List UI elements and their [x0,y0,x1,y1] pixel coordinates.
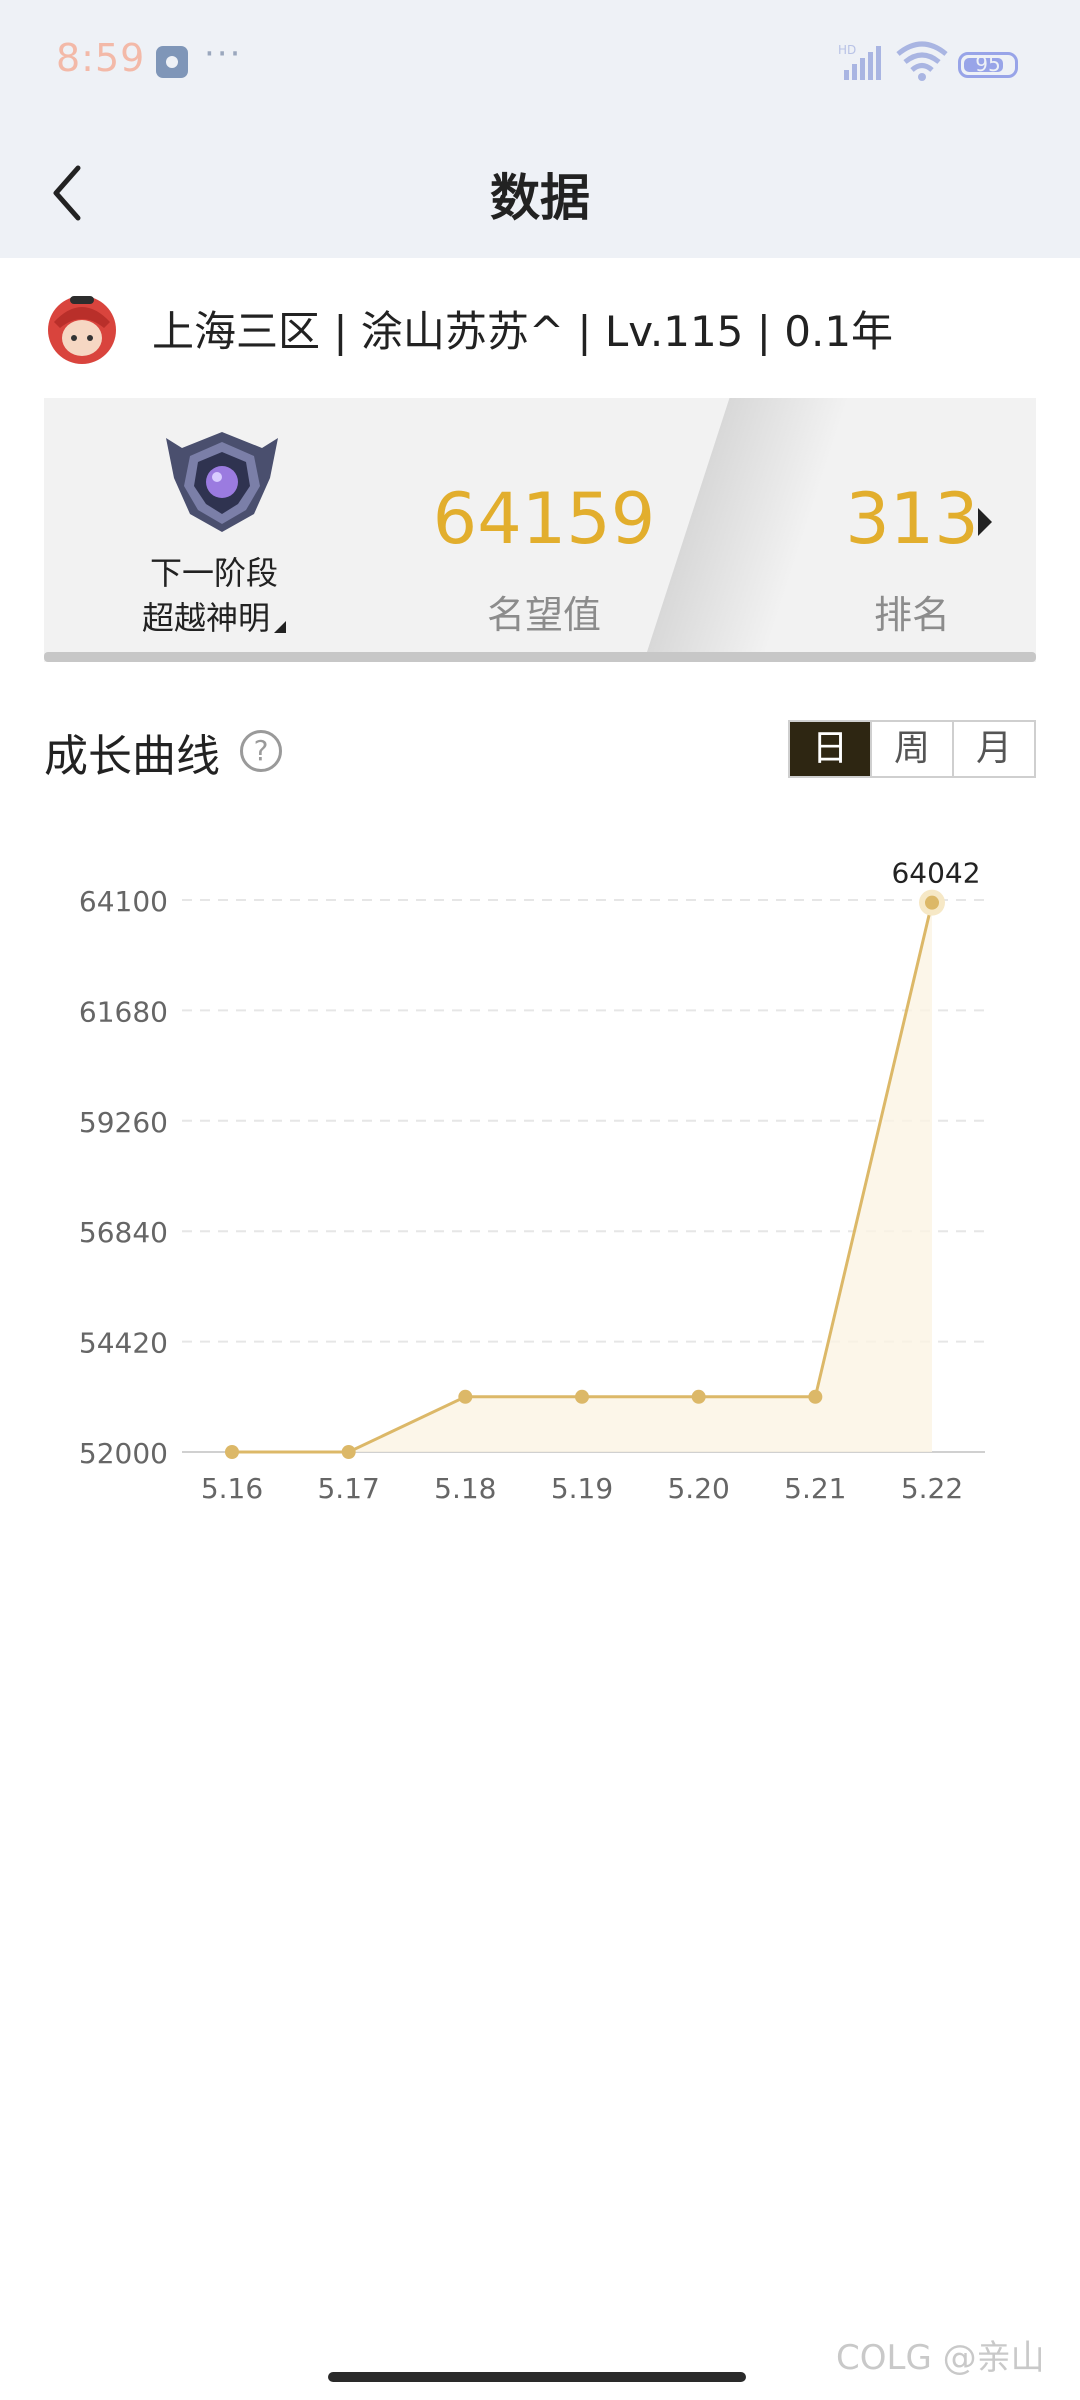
y-tick-label: 52000 [79,1437,168,1470]
growth-curve-title: 成长曲线 [44,731,220,782]
avatar-icon [48,296,116,364]
caret-right-icon[interactable] [978,508,992,536]
tab-day[interactable]: 日 [790,722,870,776]
status-bar: 8:59 ··· HD 95 [0,0,1080,128]
growth-line-chart: 52000 54420 56840 59260 61680 64100 5.16 5.17 5.… [79,857,985,1505]
rank-label: 排名 [873,593,950,637]
fame-value: 64159 [432,478,656,560]
y-tick-label: 64100 [79,885,168,918]
x-tick-label: 5.17 [317,1472,379,1505]
rank-value: 313 [845,478,979,560]
y-tick-label: 61680 [79,995,168,1028]
next-stage-label: 下一阶段 [149,554,278,592]
series-area [232,902,932,1452]
more-notifications-icon: ··· [204,34,243,74]
signal-icon: HD [838,43,881,80]
home-indicator[interactable] [328,2372,746,2382]
watermark: COLG @亲山 [836,2338,1045,2378]
nav-bar: 数据 [0,128,1080,258]
data-label: 64042 [891,857,980,890]
period-tabs: 日 周 月 [788,720,1036,778]
tab-week[interactable]: 周 [870,722,952,776]
data-point [808,1389,823,1404]
data-point [925,895,939,910]
x-tick-label: 5.21 [784,1472,846,1505]
page-title: 数据 [490,169,590,227]
rank-badge-icon [166,432,278,532]
fame-label: 名望值 [486,593,601,637]
x-tick-label: 5.20 [667,1472,729,1505]
data-point [458,1389,473,1404]
battery-level: 95 [975,52,1001,76]
y-tick-label: 56840 [79,1216,168,1249]
data-point [225,1445,239,1459]
data-point [341,1445,356,1459]
data-point [691,1389,706,1404]
app-notification-icon [156,46,188,78]
profile-summary: 上海三区 | 涂山苏苏^ | Lv.115 | 0.1年 [152,307,894,356]
x-tick-label: 5.19 [551,1472,613,1505]
y-tick-label: 54420 [79,1327,168,1360]
card-scroll-bar [44,652,1036,662]
x-tick-label: 5.22 [901,1472,963,1505]
question-icon[interactable]: ? [240,730,282,772]
tab-month[interactable]: 月 [952,722,1034,776]
data-point [575,1389,589,1404]
status-time: 8:59 [56,36,146,80]
x-tick-label: 5.18 [434,1472,496,1505]
x-tick-label: 5.16 [201,1472,263,1505]
corner-triangle-icon [274,621,286,633]
next-tier-label[interactable]: 超越神明 [104,593,324,639]
profile-row[interactable]: 上海三区 | 涂山苏苏^ | Lv.115 | 0.1年 [0,258,1080,398]
network-label: HD [838,43,856,57]
wifi-icon [896,41,948,81]
y-tick-label: 59260 [79,1106,168,1139]
stats-card[interactable]: 下一阶段 超越神明 64159 名望值 313 排名 [44,398,1036,662]
battery-icon: 95 [958,52,1018,78]
next-tier-text: 超越神明 [141,599,270,637]
